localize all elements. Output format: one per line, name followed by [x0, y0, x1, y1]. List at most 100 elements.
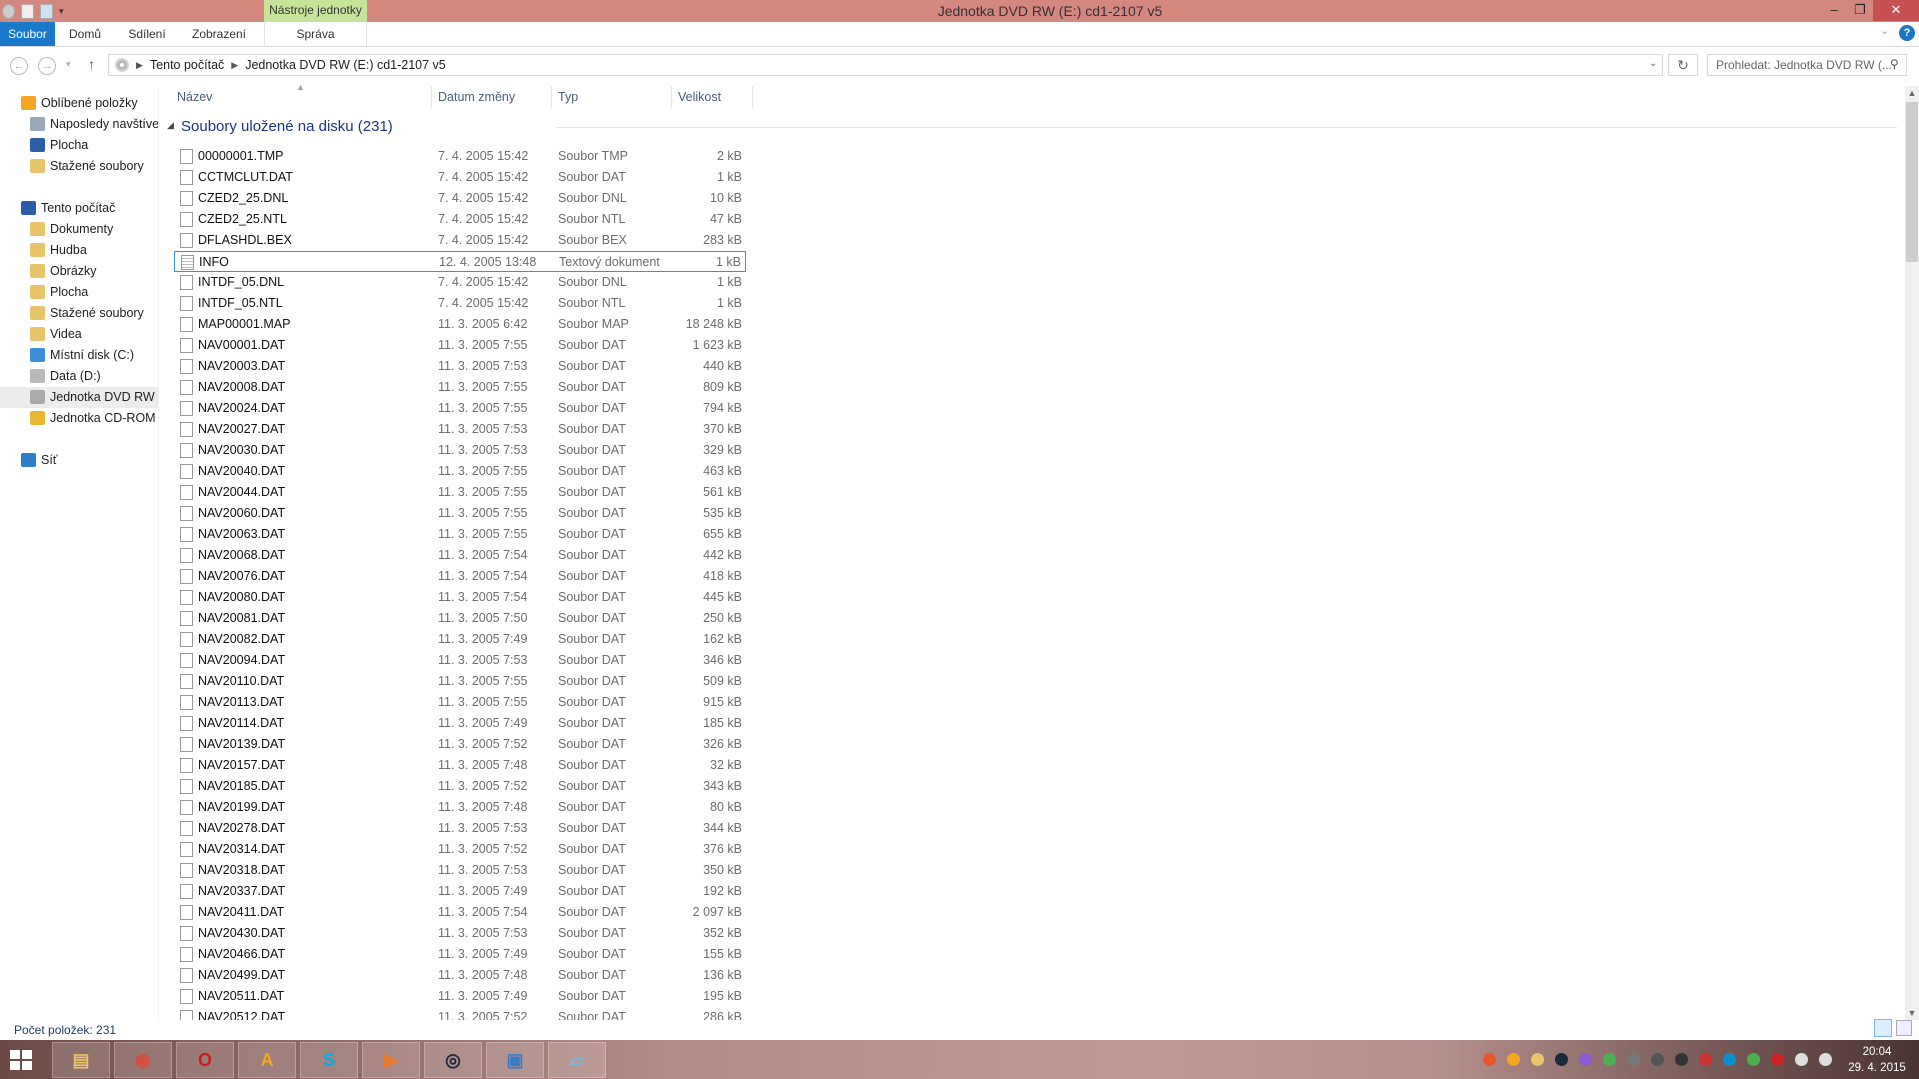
- table-row[interactable]: INTDF_05.NTL 7. 4. 2005 15:42 Soubor NTL 1 …: [174, 293, 746, 314]
- table-row[interactable]: NAV20068.DAT 11. 3. 2005 7:54 Soubor DAT 44…: [174, 545, 746, 566]
- column-header-type[interactable]: Typ: [558, 86, 578, 108]
- large-icons-view-button[interactable]: [1896, 1020, 1912, 1036]
- table-row[interactable]: INFO 12. 4. 2005 13:48 Textový dokument 1 k…: [174, 251, 746, 272]
- sidebar-item[interactable]: Oblíbené položky: [0, 93, 158, 114]
- table-row[interactable]: NAV20110.DAT 11. 3. 2005 7:55 Soubor DAT 50…: [174, 671, 746, 692]
- tray-icon[interactable]: [1795, 1053, 1808, 1066]
- table-row[interactable]: NAV20082.DAT 11. 3. 2005 7:49 Soubor DAT 16…: [174, 629, 746, 650]
- sidebar-item[interactable]: Hudba: [0, 240, 158, 261]
- sidebar-item[interactable]: Tento počítač: [0, 198, 158, 219]
- table-row[interactable]: NAV20044.DAT 11. 3. 2005 7:55 Soubor DAT 56…: [174, 482, 746, 503]
- search-icon[interactable]: ⚲: [1890, 57, 1899, 71]
- taskbar-steam-button[interactable]: ◎: [424, 1042, 482, 1078]
- column-divider[interactable]: [671, 86, 672, 108]
- table-row[interactable]: NAV00001.DAT 11. 3. 2005 7:55 Soubor DAT 1 …: [174, 335, 746, 356]
- taskbar-photo-viewer-button[interactable]: ▣: [486, 1042, 544, 1078]
- table-row[interactable]: CCTMCLUT.DAT 7. 4. 2005 15:42 Soubor DAT 1 …: [174, 167, 746, 188]
- sidebar-item[interactable]: Naposledy navštíver: [0, 114, 158, 135]
- table-row[interactable]: NAV20430.DAT 11. 3. 2005 7:53 Soubor DAT 35…: [174, 923, 746, 944]
- tray-icon[interactable]: [1771, 1053, 1784, 1066]
- tab-view[interactable]: Zobrazení: [184, 22, 254, 46]
- table-row[interactable]: NAV20185.DAT 11. 3. 2005 7:52 Soubor DAT 34…: [174, 776, 746, 797]
- tray-icon[interactable]: [1531, 1053, 1544, 1066]
- taskbar-aimp-button[interactable]: A: [238, 1042, 296, 1078]
- taskbar-skype-button[interactable]: S: [300, 1042, 358, 1078]
- tray-icon[interactable]: [1579, 1053, 1592, 1066]
- sidebar-item[interactable]: Stažené soubory: [0, 303, 158, 324]
- table-row[interactable]: INTDF_05.DNL 7. 4. 2005 15:42 Soubor DNL 1 …: [174, 272, 746, 293]
- taskbar-file-explorer-button[interactable]: ▤: [52, 1042, 110, 1078]
- tray-icon[interactable]: [1747, 1053, 1760, 1066]
- table-row[interactable]: NAV20030.DAT 11. 3. 2005 7:53 Soubor DAT 32…: [174, 440, 746, 461]
- table-row[interactable]: NAV20094.DAT 11. 3. 2005 7:53 Soubor DAT 34…: [174, 650, 746, 671]
- forward-button[interactable]: →: [38, 57, 56, 75]
- tray-icon[interactable]: [1651, 1053, 1664, 1066]
- address-history-dropdown-icon[interactable]: ⌄: [1649, 58, 1657, 69]
- table-row[interactable]: MAP00001.MAP 11. 3. 2005 6:42 Soubor MAP 18…: [174, 314, 746, 335]
- maximize-button[interactable]: ❐: [1846, 0, 1874, 21]
- close-button[interactable]: ✕: [1873, 0, 1919, 21]
- breadcrumb-this-pc[interactable]: Tento počítač: [150, 58, 224, 72]
- tray-icon[interactable]: [1483, 1053, 1496, 1066]
- table-row[interactable]: NAV20499.DAT 11. 3. 2005 7:48 Soubor DAT 13…: [174, 965, 746, 986]
- group-header[interactable]: ◢ Soubory uložené na disku (231): [167, 117, 1897, 139]
- tray-icon[interactable]: [1555, 1053, 1568, 1066]
- tab-manage[interactable]: Správa: [264, 22, 367, 46]
- tray-icon[interactable]: [1627, 1053, 1640, 1066]
- tray-icon[interactable]: [1819, 1053, 1832, 1066]
- address-bar[interactable]: ▶ Tento počítač ▶ Jednotka DVD RW (E:) c…: [108, 54, 1663, 76]
- up-button[interactable]: ↑: [88, 56, 95, 72]
- table-row[interactable]: NAV20003.DAT 11. 3. 2005 7:53 Soubor DAT 44…: [174, 356, 746, 377]
- table-row[interactable]: CZED2_25.NTL 7. 4. 2005 15:42 Soubor NTL 47…: [174, 209, 746, 230]
- table-row[interactable]: NAV20466.DAT 11. 3. 2005 7:49 Soubor DAT 15…: [174, 944, 746, 965]
- table-row[interactable]: NAV20080.DAT 11. 3. 2005 7:54 Soubor DAT 44…: [174, 587, 746, 608]
- sidebar-item[interactable]: Stažené soubory: [0, 156, 158, 177]
- vertical-scrollbar[interactable]: ▲ ▼: [1905, 86, 1919, 1020]
- search-input[interactable]: Prohledat: Jednotka DVD RW (...: [1707, 54, 1907, 76]
- sidebar-item[interactable]: Jednotka DVD RW (E: [0, 387, 158, 408]
- table-row[interactable]: NAV20024.DAT 11. 3. 2005 7:55 Soubor DAT 79…: [174, 398, 746, 419]
- table-row[interactable]: NAV20040.DAT 11. 3. 2005 7:55 Soubor DAT 46…: [174, 461, 746, 482]
- sidebar-item[interactable]: Plocha: [0, 282, 158, 303]
- table-row[interactable]: NAV20157.DAT 11. 3. 2005 7:48 Soubor DAT 32…: [174, 755, 746, 776]
- table-row[interactable]: 00000001.TMP 7. 4. 2005 15:42 Soubor TMP 2 …: [174, 146, 746, 167]
- column-divider[interactable]: [752, 86, 753, 108]
- column-header-size[interactable]: Velikost: [678, 86, 721, 108]
- minimize-button[interactable]: –: [1820, 0, 1848, 21]
- sidebar-item[interactable]: Síť: [0, 450, 158, 471]
- table-row[interactable]: NAV20318.DAT 11. 3. 2005 7:53 Soubor DAT 35…: [174, 860, 746, 881]
- details-view-button[interactable]: [1874, 1019, 1892, 1037]
- customize-toolbar-icon[interactable]: ▾: [59, 6, 64, 17]
- column-divider[interactable]: [551, 86, 552, 108]
- sidebar-item[interactable]: Dokumenty: [0, 219, 158, 240]
- tray-icon[interactable]: [1603, 1053, 1616, 1066]
- sidebar-item[interactable]: Videa: [0, 324, 158, 345]
- table-row[interactable]: NAV20337.DAT 11. 3. 2005 7:49 Soubor DAT 19…: [174, 881, 746, 902]
- new-folder-icon[interactable]: [40, 3, 53, 19]
- table-row[interactable]: NAV20512.DAT 11. 3. 2005 7:52 Soubor DAT 28…: [174, 1007, 746, 1020]
- taskbar-chrome-button[interactable]: ◉: [114, 1042, 172, 1078]
- table-row[interactable]: NAV20139.DAT 11. 3. 2005 7:52 Soubor DAT 32…: [174, 734, 746, 755]
- clock[interactable]: 20:04 29. 4. 2015: [1840, 1044, 1914, 1076]
- start-button[interactable]: [10, 1050, 32, 1070]
- sidebar-item[interactable]: Data (D:): [0, 366, 158, 387]
- tray-icon[interactable]: [1723, 1053, 1736, 1066]
- table-row[interactable]: NAV20027.DAT 11. 3. 2005 7:53 Soubor DAT 37…: [174, 419, 746, 440]
- table-row[interactable]: NAV20060.DAT 11. 3. 2005 7:55 Soubor DAT 53…: [174, 503, 746, 524]
- scroll-down-icon[interactable]: ▼: [1905, 1008, 1919, 1018]
- column-header-name[interactable]: Název: [177, 86, 212, 108]
- tab-home[interactable]: Domů: [60, 22, 110, 46]
- table-row[interactable]: NAV20511.DAT 11. 3. 2005 7:49 Soubor DAT 19…: [174, 986, 746, 1007]
- expand-ribbon-icon[interactable]: ⌄: [1880, 24, 1889, 37]
- sidebar-item[interactable]: Plocha: [0, 135, 158, 156]
- taskbar-opera-button[interactable]: O: [176, 1042, 234, 1078]
- properties-icon[interactable]: [21, 3, 34, 19]
- tray-icon[interactable]: [1507, 1053, 1520, 1066]
- table-row[interactable]: NAV20411.DAT 11. 3. 2005 7:54 Soubor DAT 2 …: [174, 902, 746, 923]
- table-row[interactable]: NAV20076.DAT 11. 3. 2005 7:54 Soubor DAT 41…: [174, 566, 746, 587]
- table-row[interactable]: NAV20063.DAT 11. 3. 2005 7:55 Soubor DAT 65…: [174, 524, 746, 545]
- scroll-up-icon[interactable]: ▲: [1905, 88, 1919, 98]
- collapse-group-icon[interactable]: ◢: [167, 120, 174, 131]
- refresh-button[interactable]: ↻: [1668, 54, 1698, 76]
- table-row[interactable]: DFLASHDL.BEX 7. 4. 2005 15:42 Soubor BEX 28…: [174, 230, 746, 251]
